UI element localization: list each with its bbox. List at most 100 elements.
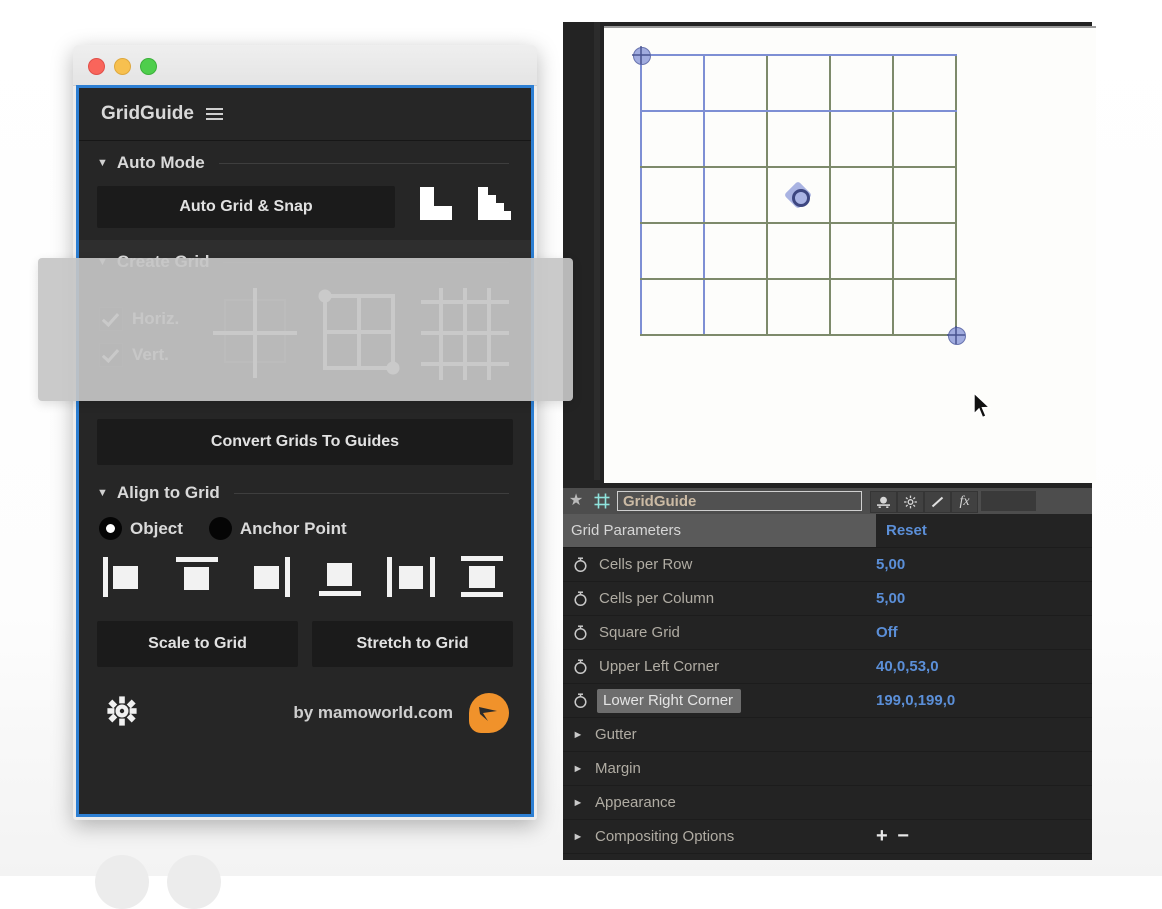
property-name: Cells per Column (597, 590, 714, 607)
gridguide-window: GridGuide ▼ Auto Mode Auto Grid & Snap (73, 45, 537, 820)
upper-left-corner-handle[interactable] (632, 46, 651, 65)
table-row[interactable]: ► Margin (563, 752, 1092, 786)
grid-line-v-5 (955, 54, 957, 335)
section-label: Auto Mode (117, 153, 205, 173)
chevron-right-icon[interactable]: ► (563, 831, 593, 843)
anchor-point-handle[interactable] (784, 181, 812, 209)
align-icon-row (79, 554, 531, 621)
table-row[interactable]: ► Appearance (563, 786, 1092, 820)
table-row[interactable]: Cells per Column 5,00 (563, 582, 1092, 616)
mamoworld-bird-logo-icon[interactable] (469, 693, 509, 733)
grid-line-h-5 (640, 334, 957, 336)
add-remove-icon[interactable]: + − (876, 825, 911, 848)
grid-overlay (604, 28, 1096, 483)
3d-layer-icon[interactable] (870, 491, 897, 513)
radio-anchor-point[interactable]: Anchor Point (209, 517, 347, 540)
center-horizontal-icon[interactable] (384, 554, 440, 605)
property-rows: Grid Parameters Reset Cells per Row 5,00 (563, 514, 1092, 854)
lower-right-corner-handle[interactable] (947, 326, 966, 345)
stopwatch-icon[interactable] (563, 556, 597, 573)
grid-line-v-1 (703, 54, 705, 335)
mouse-cursor-arrow (973, 392, 993, 420)
table-row[interactable]: Square Grid Off (563, 616, 1092, 650)
align-top-icon[interactable] (170, 554, 226, 605)
reset-link[interactable]: Reset (886, 522, 927, 539)
corner-step-icon[interactable] (417, 185, 455, 228)
panel-footer: by mamoworld.com (79, 667, 531, 733)
radio-object[interactable]: Object (99, 517, 183, 540)
minimize-button[interactable] (114, 58, 131, 75)
scale-to-grid-button[interactable]: Scale to Grid (97, 621, 298, 667)
align-right-icon[interactable] (241, 554, 297, 605)
hamburger-menu-icon[interactable] (206, 108, 223, 120)
window-titlebar[interactable] (73, 45, 537, 86)
radio-label: Anchor Point (240, 519, 347, 539)
property-group-name: Margin (593, 760, 641, 777)
align-action-buttons: Scale to Grid Stretch to Grid (79, 621, 531, 667)
page-title: GridGuide (101, 103, 194, 125)
center-vertical-icon[interactable] (455, 554, 511, 605)
chevron-right-icon[interactable]: ► (563, 729, 593, 741)
layer-switches[interactable]: fx (870, 491, 978, 511)
property-value[interactable]: 199,0,199,0 (876, 692, 955, 709)
stairs-step-icon[interactable] (475, 185, 513, 228)
align-left-icon[interactable] (99, 554, 155, 605)
section-header-auto-mode[interactable]: ▼ Auto Mode (79, 141, 531, 185)
property-name: Lower Right Corner (597, 689, 741, 713)
chevron-right-icon[interactable]: ► (563, 797, 593, 809)
property-group-header[interactable]: Grid Parameters Reset (563, 514, 1092, 548)
table-row[interactable]: Upper Left Corner 40,0,53,0 (563, 650, 1092, 684)
convert-grids-to-guides-button[interactable]: Convert Grids To Guides (97, 419, 513, 465)
background-decoration-circles (95, 855, 295, 895)
chevron-down-icon[interactable]: ▼ (97, 487, 108, 499)
panel-title-bar: GridGuide (79, 88, 531, 141)
property-value[interactable]: Off (876, 624, 898, 641)
property-group-name: Grid Parameters (563, 514, 876, 547)
table-row[interactable]: Cells per Row 5,00 (563, 548, 1092, 582)
stretch-to-grid-button[interactable]: Stretch to Grid (312, 621, 513, 667)
property-name: Square Grid (597, 624, 680, 641)
adjustment-layer-icon[interactable] (924, 491, 951, 513)
chevron-right-icon[interactable]: ► (563, 763, 593, 775)
credit-label: by mamoworld.com (139, 703, 469, 723)
stopwatch-icon[interactable] (563, 692, 597, 709)
property-group-name: Appearance (593, 794, 676, 811)
gear-icon[interactable] (105, 694, 139, 733)
property-name: Upper Left Corner (597, 658, 719, 675)
motion-blur-icon[interactable] (897, 491, 924, 513)
zoom-button[interactable] (140, 58, 157, 75)
divider (219, 163, 509, 164)
stopwatch-icon[interactable] (563, 658, 597, 675)
auto-grid-and-snap-button[interactable]: Auto Grid & Snap (97, 186, 395, 228)
close-button[interactable] (88, 58, 105, 75)
align-target-radios: Object Anchor Point (79, 515, 531, 554)
radio-icon[interactable] (209, 517, 232, 540)
fx-icon[interactable]: fx (951, 491, 978, 513)
property-value[interactable]: 5,00 (876, 590, 905, 607)
layer-header-row[interactable]: ★ GridGuide (563, 488, 1092, 514)
composition-viewer[interactable] (604, 26, 1096, 483)
table-row[interactable]: ► Compositing Options + − (563, 820, 1092, 854)
after-effects-region: ★ GridGuide (563, 0, 1162, 860)
auto-mode-controls: Auto Grid & Snap (79, 185, 531, 240)
grid-line-v-2 (766, 54, 768, 335)
stopwatch-icon[interactable] (563, 590, 597, 607)
highlight-overlay (38, 258, 573, 401)
property-value[interactable]: 5,00 (876, 556, 905, 573)
grid-line-v-3 (829, 54, 831, 335)
property-value[interactable]: 40,0,53,0 (876, 658, 939, 675)
grid-effect-icon[interactable] (589, 492, 615, 510)
section-convert: Convert Grids To Guides (79, 401, 531, 465)
table-row[interactable]: Lower Right Corner 199,0,199,0 (563, 684, 1092, 718)
table-row[interactable]: ► Gutter (563, 718, 1092, 752)
radio-icon[interactable] (99, 517, 122, 540)
ae-panel-divider (594, 22, 600, 480)
auto-mode-icon-group (417, 185, 513, 228)
stopwatch-icon[interactable] (563, 624, 597, 641)
layer-name-field[interactable]: GridGuide (617, 491, 862, 511)
chevron-down-icon[interactable]: ▼ (97, 157, 108, 169)
radio-label: Object (130, 519, 183, 539)
section-header-align-to-grid[interactable]: ▼ Align to Grid (79, 471, 531, 515)
align-bottom-icon[interactable] (313, 554, 369, 605)
star-icon[interactable]: ★ (563, 493, 589, 509)
